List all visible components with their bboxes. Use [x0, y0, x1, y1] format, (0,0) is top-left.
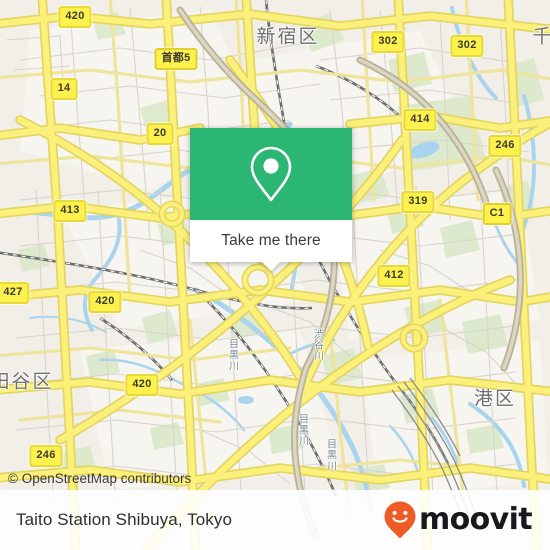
- road-shield[interactable]: 413: [53, 200, 87, 222]
- map-vector-layer: [0, 0, 550, 550]
- road-shield[interactable]: C1: [482, 203, 512, 225]
- location-pin-icon: [250, 146, 292, 202]
- moovit-wordmark: moovit: [418, 502, 533, 537]
- popup-pointer: [262, 262, 280, 271]
- road-shield[interactable]: 319: [401, 191, 435, 213]
- place-title: Taito Station Shibuya, Tokyo: [16, 510, 233, 529]
- take-me-there-label: Take me there: [221, 232, 321, 249]
- place-label-minato: 港区: [473, 387, 517, 410]
- road-shield[interactable]: 246: [29, 445, 63, 467]
- map-canvas[interactable]: 420 首都5 14 20 302 302 414 246 319 C1 413…: [0, 0, 550, 550]
- river-label-shibuya: 渋谷川: [311, 328, 323, 362]
- place-label-chiyoda: 千: [532, 25, 550, 48]
- popup-icon-area: [190, 128, 352, 220]
- osm-attribution[interactable]: © OpenStreetMap contributors: [8, 471, 191, 486]
- moovit-logo[interactable]: moovit: [383, 500, 533, 540]
- location-popup-card[interactable]: Take me there: [190, 128, 352, 271]
- place-label-shinjuku: 新宿区: [256, 25, 320, 48]
- river-label-meguro: 目黒川: [324, 438, 336, 472]
- road-shield[interactable]: 首都5: [154, 48, 198, 70]
- moovit-map-screenshot: 420 首都5 14 20 302 302 414 246 319 C1 413…: [0, 0, 550, 550]
- river-label-meguro: 目黒川: [296, 413, 308, 447]
- road-shield[interactable]: 302: [371, 31, 405, 53]
- popup-cta-area[interactable]: Take me there: [190, 220, 352, 271]
- road-shield[interactable]: 414: [403, 109, 437, 131]
- place-label-setagaya: 田谷区: [0, 370, 54, 393]
- river-label-meguro: 目黒川: [226, 338, 238, 372]
- road-shield[interactable]: 420: [88, 291, 122, 313]
- road-shield[interactable]: 302: [450, 35, 484, 57]
- road-shield[interactable]: 246: [488, 135, 522, 157]
- road-shield[interactable]: 20: [146, 123, 174, 145]
- moovit-pin-icon: [384, 501, 416, 539]
- road-shield[interactable]: 14: [50, 78, 78, 100]
- road-shield[interactable]: 420: [125, 374, 159, 396]
- road-shield[interactable]: 412: [377, 265, 411, 287]
- road-shield[interactable]: 420: [58, 6, 92, 28]
- road-shield[interactable]: 427: [0, 282, 30, 304]
- bottom-info-bar: Taito Station Shibuya, Tokyo moovit: [0, 490, 550, 550]
